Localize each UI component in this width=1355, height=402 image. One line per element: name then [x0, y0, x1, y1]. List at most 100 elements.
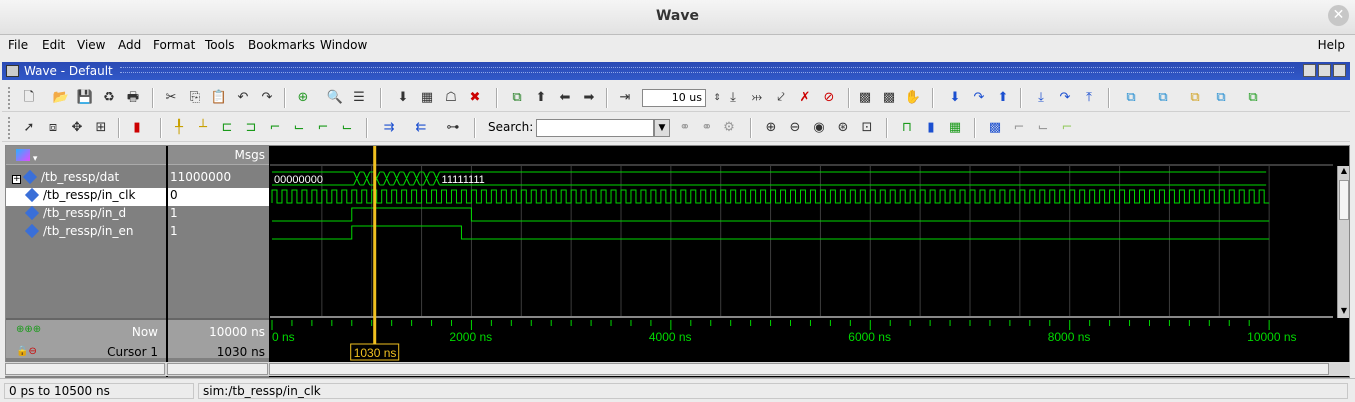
new-file-icon[interactable]: 🗋	[20, 89, 38, 107]
paste-icon[interactable]: 📋	[210, 89, 228, 107]
cut-icon[interactable]: ✂	[162, 89, 180, 107]
wave-style-3-icon[interactable]: ▦	[946, 119, 964, 137]
break-icon[interactable]: ✗	[796, 89, 814, 107]
pane-dock-icon[interactable]	[1303, 64, 1316, 77]
search-next-icon[interactable]: ⚭	[698, 119, 716, 137]
reload-icon[interactable]: ♻	[100, 89, 118, 107]
run-length-icon[interactable]: ⇥	[616, 89, 634, 107]
rising-edge-icon[interactable]: ⌙	[290, 119, 308, 137]
left-arrow-icon[interactable]: ⬅	[556, 89, 574, 107]
edge-2-icon[interactable]: ⌙	[338, 119, 356, 137]
calendar-icon[interactable]: ▦	[418, 89, 436, 107]
zoom-box-icon[interactable]: ⧈	[44, 119, 62, 137]
menu-format[interactable]: Format	[153, 38, 195, 52]
step-into-icon[interactable]: ⬇	[946, 89, 964, 107]
menu-tools[interactable]: Tools	[205, 38, 235, 52]
waveform-canvas[interactable]: 00000000 11111111 0 ns 2000 ns 4000 ns 6000 …	[270, 146, 1333, 362]
up-arrow-icon[interactable]: ⬆	[532, 89, 550, 107]
signal-row-in-clk[interactable]: /tb_ressp/in_clk	[6, 187, 166, 206]
pane-undock-icon[interactable]	[1318, 64, 1331, 77]
names-hscroll[interactable]	[5, 363, 165, 375]
layout-4-icon[interactable]: ⧉	[1212, 89, 1230, 107]
search-dropdown-icon[interactable]: ▼	[654, 119, 670, 137]
step-icon[interactable]: ⧉	[508, 89, 526, 107]
cursor[interactable]: 1030 ns	[350, 146, 400, 361]
step-out-2-icon[interactable]: ⤒	[1080, 89, 1098, 107]
add-icon[interactable]: ⊕	[294, 89, 312, 107]
find-icon[interactable]: 🔍	[326, 89, 344, 107]
copy-icon[interactable]: ⎘	[186, 89, 204, 107]
vertical-scrollbar[interactable]: ▲ ▼	[1337, 166, 1349, 318]
right-arrow-icon[interactable]: ➡	[580, 89, 598, 107]
library-icon[interactable]: ☖	[442, 89, 460, 107]
search-input[interactable]	[536, 119, 654, 137]
wave-options-icon[interactable]	[16, 149, 30, 161]
step-over-icon[interactable]: ↷	[970, 89, 988, 107]
wave-style-2-icon[interactable]: ▮	[922, 119, 940, 137]
undo-icon[interactable]: ↶	[234, 89, 252, 107]
scroll-down-icon[interactable]: ▼	[1339, 306, 1349, 318]
wave-style-4-icon[interactable]: ▩	[986, 119, 1004, 137]
grid-icon-2[interactable]: ▩	[880, 89, 898, 107]
run-icon[interactable]: ⤓	[724, 89, 742, 107]
step-over-2-icon[interactable]: ↷	[1056, 89, 1074, 107]
pane-drag-handle[interactable]	[120, 67, 1294, 73]
delete-icon[interactable]: ✖	[466, 89, 484, 107]
save-icon[interactable]: 💾	[76, 89, 94, 107]
layout-2-icon[interactable]: ⧉	[1154, 89, 1172, 107]
redo-icon[interactable]: ↷	[258, 89, 276, 107]
zoom-cursor-icon[interactable]: ⊛	[834, 119, 852, 137]
menu-add[interactable]: Add	[118, 38, 141, 52]
wave-style-7-icon[interactable]: ⌐	[1058, 119, 1076, 137]
pane-close-icon[interactable]	[1333, 64, 1346, 77]
toolbar-grip[interactable]	[8, 87, 12, 109]
wave-style-1-icon[interactable]: ⊓	[898, 119, 916, 137]
compile-icon[interactable]: ⬇	[394, 89, 412, 107]
step-into-2-icon[interactable]: ⤓	[1032, 89, 1050, 107]
delete-cursor-icon[interactable]: ┴	[194, 119, 212, 137]
zoom-out-icon[interactable]: ⊖	[786, 119, 804, 137]
stoplight-icon[interactable]: ▮	[128, 119, 146, 137]
step-out-icon[interactable]: ⬆	[994, 89, 1012, 107]
select-pointer-icon[interactable]: ➚	[20, 119, 38, 137]
expand-icon[interactable]: ⇉	[380, 119, 398, 137]
search-options-icon[interactable]: ⚙	[720, 119, 738, 137]
insert-cursor-icon[interactable]: ╀	[170, 119, 188, 137]
stop-icon[interactable]: ⊘	[820, 89, 838, 107]
zoom-full-icon[interactable]: ◉	[810, 119, 828, 137]
run-length-input[interactable]: 10 us	[642, 89, 706, 107]
prev-edge-icon[interactable]: ⊏	[218, 119, 236, 137]
scroll-up-icon[interactable]: ▲	[1339, 166, 1349, 178]
group-icon[interactable]: ⊶	[444, 119, 462, 137]
wave-hscroll[interactable]	[269, 363, 1329, 375]
collapse-icon[interactable]: ⇇	[412, 119, 430, 137]
menu-file[interactable]: File	[8, 38, 28, 52]
cursor-icons[interactable]: 🔒⊖	[16, 346, 37, 357]
pan-icon[interactable]: ✥	[68, 119, 86, 137]
next-edge-icon[interactable]: ⊐	[242, 119, 260, 137]
layout-5-icon[interactable]: ⧉	[1244, 89, 1262, 107]
zoom-range-icon[interactable]: ⊡	[858, 119, 876, 137]
toolbar-grip[interactable]	[8, 117, 12, 139]
edit-icon[interactable]: ⊞	[92, 119, 110, 137]
expand-icon[interactable]: +	[12, 175, 21, 184]
menu-help[interactable]: Help	[1318, 38, 1345, 52]
format-icon[interactable]: ☰	[350, 89, 368, 107]
signal-row-dat[interactable]: + /tb_ressp/dat	[6, 169, 166, 188]
menu-window[interactable]: Window	[320, 38, 367, 52]
layout-1-icon[interactable]: ⧉	[1122, 89, 1140, 107]
grid-icon[interactable]: ▩	[856, 89, 874, 107]
edge-icon[interactable]: ⌐	[314, 119, 332, 137]
wave-style-5-icon[interactable]: ⌐	[1010, 119, 1028, 137]
signal-row-in-d[interactable]: /tb_ressp/in_d	[6, 205, 166, 224]
open-folder-icon[interactable]: 📂	[52, 89, 70, 107]
menu-bookmarks[interactable]: Bookmarks	[248, 38, 315, 52]
falling-edge-icon[interactable]: ⌐	[266, 119, 284, 137]
menu-view[interactable]: View	[77, 38, 105, 52]
wave-style-6-icon[interactable]: ⌙	[1034, 119, 1052, 137]
values-hscroll[interactable]	[167, 363, 268, 375]
zoom-in-icon[interactable]: ⊕	[762, 119, 780, 137]
run-all-icon[interactable]: ⤦	[772, 89, 790, 107]
hand-icon[interactable]: ✋	[904, 89, 922, 107]
search-prev-icon[interactable]: ⚭	[676, 119, 694, 137]
